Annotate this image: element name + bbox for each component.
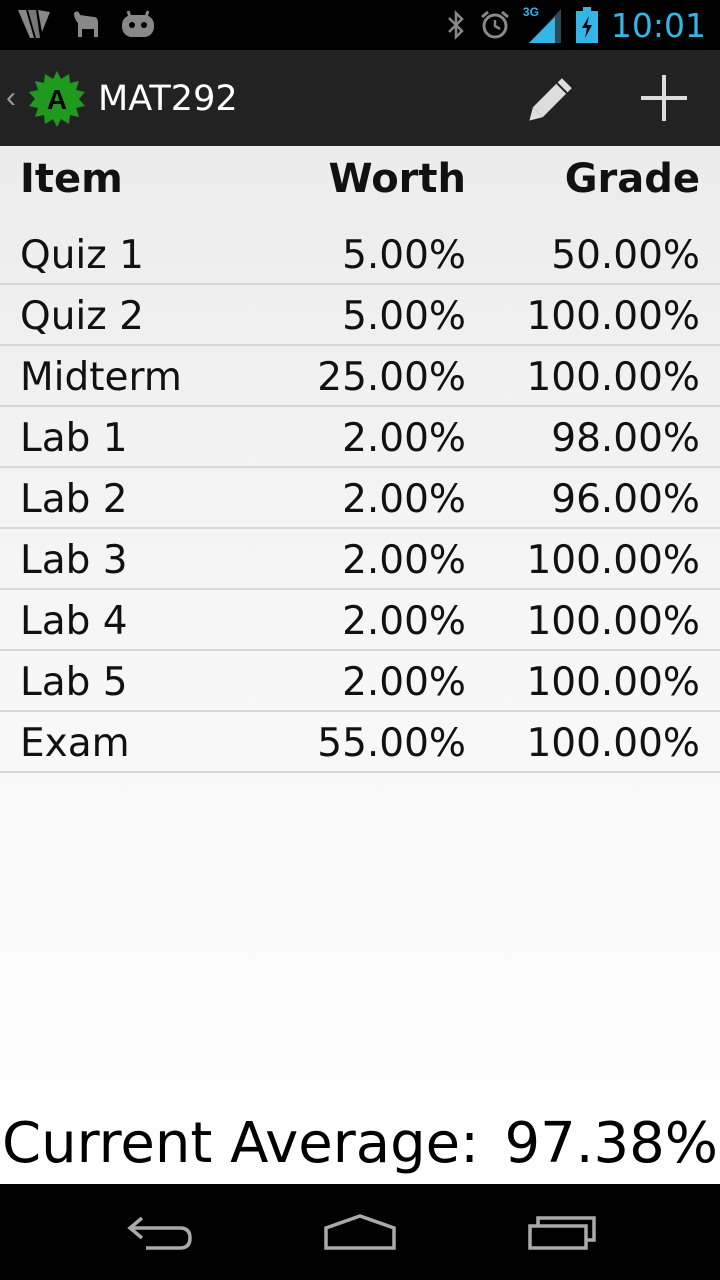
table-row[interactable]: Lab 1 2.00% 98.00% bbox=[0, 407, 720, 468]
notification-icons bbox=[16, 8, 156, 40]
edit-button[interactable] bbox=[522, 68, 582, 128]
item-name: Lab 4 bbox=[20, 599, 128, 644]
system-icons: 3G 10:01 bbox=[445, 0, 706, 50]
table-row[interactable]: Lab 4 2.00% 100.00% bbox=[0, 590, 720, 651]
notification-app-icon bbox=[18, 10, 50, 38]
item-worth: 55.00% bbox=[317, 721, 466, 766]
app-icon[interactable]: A bbox=[28, 70, 86, 128]
alarm-icon bbox=[480, 10, 509, 39]
header-grade: Grade bbox=[564, 156, 700, 202]
recent-apps-button[interactable] bbox=[512, 1202, 612, 1262]
home-icon bbox=[324, 1214, 396, 1250]
table-row[interactable]: Quiz 1 5.00% 50.00% bbox=[0, 224, 720, 285]
back-button[interactable] bbox=[110, 1202, 210, 1262]
home-button[interactable] bbox=[310, 1202, 410, 1262]
notification-android-icon bbox=[122, 10, 154, 37]
bluetooth-icon bbox=[448, 9, 464, 41]
navigation-bar bbox=[0, 1184, 720, 1280]
current-average-label: Current Average: bbox=[2, 1111, 479, 1176]
item-grade: 100.00% bbox=[526, 599, 700, 644]
table-header: Item Worth Grade bbox=[0, 146, 720, 212]
item-name: Lab 1 bbox=[20, 416, 128, 461]
page-title: MAT292 bbox=[98, 79, 238, 119]
table-row[interactable]: Lab 2 2.00% 96.00% bbox=[0, 468, 720, 529]
battery-charging-icon bbox=[575, 7, 598, 43]
item-grade: 100.00% bbox=[526, 721, 700, 766]
table-row[interactable]: Lab 5 2.00% 100.00% bbox=[0, 651, 720, 712]
item-worth: 25.00% bbox=[317, 355, 466, 400]
back-icon bbox=[127, 1216, 192, 1250]
item-name: Midterm bbox=[20, 355, 182, 400]
item-worth: 2.00% bbox=[342, 538, 466, 583]
item-grade: 96.00% bbox=[551, 477, 700, 522]
item-worth: 2.00% bbox=[342, 660, 466, 705]
item-name: Quiz 1 bbox=[20, 233, 144, 278]
item-name: Quiz 2 bbox=[20, 294, 144, 339]
app-icon-letter: A bbox=[47, 84, 67, 115]
item-worth: 2.00% bbox=[342, 416, 466, 461]
signal-indicator: 3G bbox=[523, 5, 563, 45]
item-name: Lab 5 bbox=[20, 660, 128, 705]
item-grade: 98.00% bbox=[551, 416, 700, 461]
item-grade: 100.00% bbox=[526, 355, 700, 400]
item-grade: 50.00% bbox=[551, 233, 700, 278]
item-worth: 2.00% bbox=[342, 477, 466, 522]
item-name: Exam bbox=[20, 721, 130, 766]
add-icon bbox=[641, 75, 687, 121]
current-average: Current Average: 97.38% bbox=[0, 1111, 720, 1181]
action-bar: ‹ A MAT292 bbox=[0, 50, 720, 146]
item-name: Lab 3 bbox=[20, 538, 128, 583]
table-row[interactable]: Lab 3 2.00% 100.00% bbox=[0, 529, 720, 590]
signal-icon bbox=[528, 9, 561, 43]
chevron-left-icon[interactable]: ‹ bbox=[6, 78, 16, 118]
table-row[interactable]: Quiz 2 5.00% 100.00% bbox=[0, 285, 720, 346]
item-grade: 100.00% bbox=[526, 660, 700, 705]
item-worth: 2.00% bbox=[342, 599, 466, 644]
item-grade: 100.00% bbox=[526, 538, 700, 583]
status-bar: 3G 10:01 bbox=[0, 0, 720, 50]
item-grade: 100.00% bbox=[526, 294, 700, 339]
item-name: Lab 2 bbox=[20, 477, 128, 522]
current-average-value: 97.38% bbox=[504, 1111, 718, 1176]
item-worth: 5.00% bbox=[342, 294, 466, 339]
add-button[interactable] bbox=[634, 68, 694, 128]
table-row[interactable]: Midterm 25.00% 100.00% bbox=[0, 346, 720, 407]
grades-list: Quiz 1 5.00% 50.00% Quiz 2 5.00% 100.00%… bbox=[0, 224, 720, 773]
item-worth: 5.00% bbox=[342, 233, 466, 278]
edit-icon bbox=[529, 78, 572, 121]
header-item: Item bbox=[20, 156, 123, 202]
clock: 10:01 bbox=[610, 5, 706, 45]
recent-apps-icon bbox=[528, 1216, 596, 1250]
grades-content: Item Worth Grade Quiz 1 5.00% 50.00% Qui… bbox=[0, 146, 720, 1184]
table-row[interactable]: Exam 55.00% 100.00% bbox=[0, 712, 720, 773]
header-worth: Worth bbox=[328, 156, 467, 202]
notification-animal-icon bbox=[74, 11, 98, 37]
